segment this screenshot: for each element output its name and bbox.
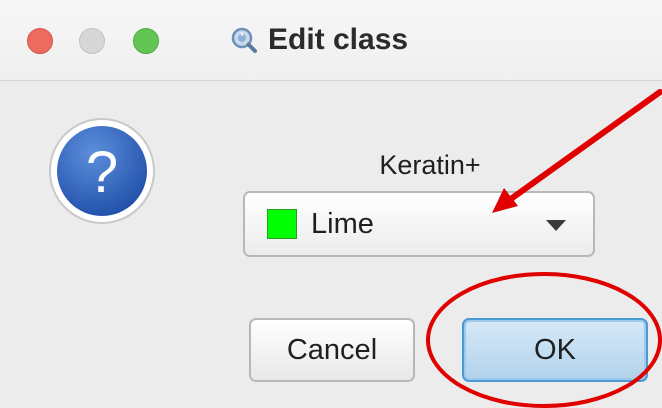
- class-name-label: Keratin+: [379, 150, 481, 180]
- window-title: Edit class: [268, 23, 409, 56]
- window-minimize-button[interactable]: [79, 28, 105, 54]
- window-title-group: Edit class: [230, 20, 408, 60]
- ok-button[interactable]: OK: [462, 318, 648, 382]
- window-zoom-button[interactable]: [133, 28, 159, 54]
- title-bar: Edit class: [0, 0, 662, 81]
- cancel-button[interactable]: Cancel: [249, 318, 415, 382]
- annotation-arrow-shaft: [505, 89, 662, 204]
- color-select[interactable]: Lime: [243, 191, 595, 257]
- question-icon: ?: [49, 118, 155, 224]
- color-select-value: Lime: [311, 207, 374, 240]
- edit-class-dialog: Edit class ? Keratin+ Lime Cancel OK: [0, 0, 662, 408]
- svg-text:?: ?: [86, 140, 118, 205]
- chevron-down-icon: [546, 220, 566, 231]
- window-close-button[interactable]: [27, 28, 53, 54]
- magnifier-app-icon: [231, 27, 257, 53]
- color-swatch: [267, 209, 297, 239]
